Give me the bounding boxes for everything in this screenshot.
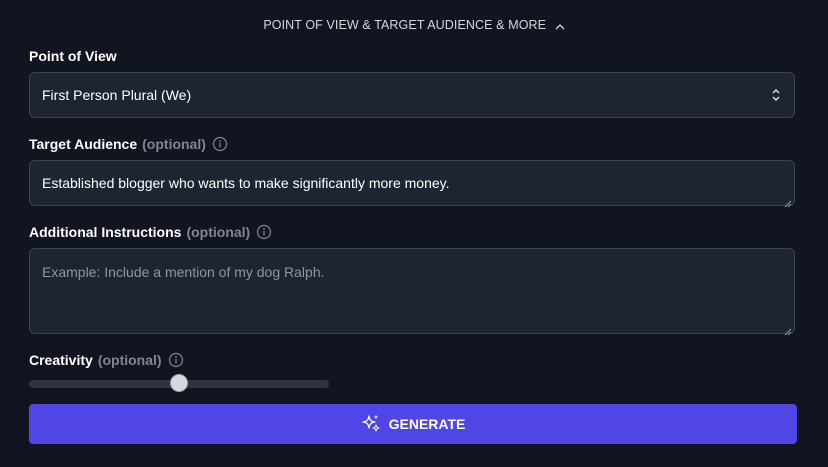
section-toggle-label: POINT OF VIEW & TARGET AUDIENCE & MORE	[263, 18, 547, 32]
creativity-slider[interactable]	[29, 374, 329, 392]
additional-instructions-placeholder: Example: Include a mention of my dog Ral…	[42, 264, 325, 280]
info-icon[interactable]	[212, 136, 228, 152]
target-audience-value: Established blogger who wants to make si…	[42, 175, 450, 191]
chevron-up-icon	[555, 19, 565, 33]
creativity-label: Creativity (optional)	[29, 352, 184, 368]
target-audience-optional: (optional)	[142, 136, 206, 152]
generator-options-panel: POINT OF VIEW & TARGET AUDIENCE & MORE P…	[0, 0, 828, 467]
target-audience-label: Target Audience (optional)	[29, 136, 228, 152]
point-of-view-select[interactable]: First Person Plural (We)	[29, 72, 795, 118]
additional-instructions-textarea[interactable]: Example: Include a mention of my dog Ral…	[29, 248, 795, 336]
creativity-label-text: Creativity	[29, 352, 93, 368]
creativity-optional: (optional)	[97, 352, 162, 368]
info-icon[interactable]	[168, 352, 184, 368]
generate-button-label: GENERATE	[388, 416, 466, 432]
additional-instructions-optional: (optional)	[186, 224, 251, 240]
resize-grip-icon[interactable]	[784, 195, 792, 208]
select-updown-icon	[770, 86, 782, 104]
additional-instructions-label-text: Additional Instructions	[29, 224, 182, 240]
additional-instructions-label: Additional Instructions (optional)	[29, 224, 272, 240]
info-icon[interactable]	[256, 224, 272, 240]
section-toggle[interactable]: POINT OF VIEW & TARGET AUDIENCE & MORE	[0, 18, 828, 33]
resize-grip-icon[interactable]	[784, 323, 792, 336]
target-audience-input[interactable]: Established blogger who wants to make si…	[29, 160, 795, 208]
point-of-view-selected-value: First Person Plural (We)	[42, 87, 192, 103]
creativity-slider-thumb[interactable]	[170, 374, 188, 392]
target-audience-label-text: Target Audience	[29, 136, 138, 152]
generate-button[interactable]: GENERATE	[29, 404, 797, 444]
point-of-view-label: Point of View	[29, 48, 117, 64]
sparkles-icon	[361, 414, 381, 434]
point-of-view-label-text: Point of View	[29, 48, 117, 64]
